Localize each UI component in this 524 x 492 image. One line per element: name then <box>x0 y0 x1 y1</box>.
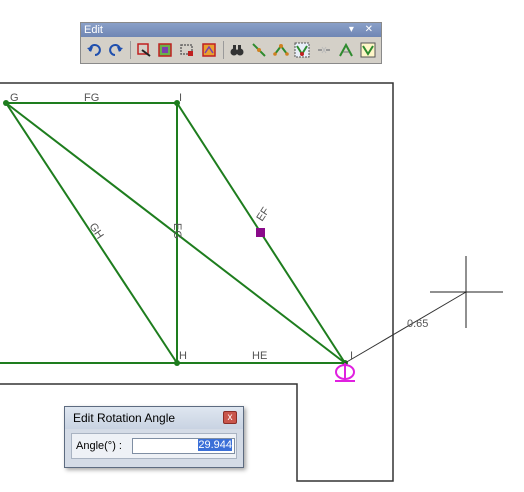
label-i: I <box>179 92 182 104</box>
find-icon[interactable] <box>228 41 246 59</box>
crosshair-cursor-icon <box>430 256 503 328</box>
close-icon[interactable]: x <box>223 411 237 424</box>
edit-rotation-angle-dialog: Edit Rotation Angle x Angle(°) : 29.944 <box>64 406 244 468</box>
measure-line <box>344 291 467 364</box>
angle-label: Angle(°) : <box>76 440 122 452</box>
dialog-title-bar[interactable]: Edit Rotation Angle x <box>65 407 243 429</box>
dialog-body: Angle(°) : 29.944 <box>71 433 237 459</box>
reshape-icon[interactable] <box>200 41 218 59</box>
redo-icon[interactable] <box>107 41 125 59</box>
split-line-icon[interactable] <box>250 41 268 59</box>
rotate-icon[interactable] <box>294 41 312 59</box>
toolbar-separator <box>223 41 225 59</box>
extend-icon[interactable] <box>359 41 377 59</box>
label-distance: 0.65 <box>407 318 428 330</box>
rectangle-select-icon[interactable] <box>178 41 196 59</box>
label-e: I <box>350 350 353 362</box>
label-g: G <box>10 92 19 104</box>
move-vertex-icon[interactable] <box>272 41 290 59</box>
multi-select-icon[interactable] <box>157 41 175 59</box>
toolbar-title-bar[interactable]: Edit ▾ ✕ <box>81 23 381 37</box>
angle-value: 29.944 <box>198 439 232 451</box>
toolbar-title: Edit <box>84 24 103 36</box>
toolbar-window-controls[interactable]: ▾ ✕ <box>349 23 377 37</box>
undo-icon[interactable] <box>85 41 103 59</box>
selected-vertex-handle[interactable] <box>256 228 265 237</box>
toolbar-separator <box>129 41 131 59</box>
label-gh: GH <box>87 221 106 241</box>
label-fg: FG <box>84 92 99 104</box>
trim-icon[interactable] <box>337 41 355 59</box>
vertex-g[interactable] <box>3 100 9 106</box>
label-h: H <box>179 350 187 362</box>
label-eg: EG <box>171 223 183 239</box>
join-icon[interactable] <box>315 41 333 59</box>
label-he: HE <box>252 350 267 362</box>
select-sketch-icon[interactable] <box>135 41 153 59</box>
rotation-anchor-icon[interactable] <box>335 363 355 382</box>
label-ef: EF <box>254 205 272 224</box>
dialog-title: Edit Rotation Angle <box>73 411 176 425</box>
edit-toolbar: Edit ▾ ✕ <box>80 22 382 64</box>
angle-input[interactable]: 29.944 <box>132 438 235 454</box>
